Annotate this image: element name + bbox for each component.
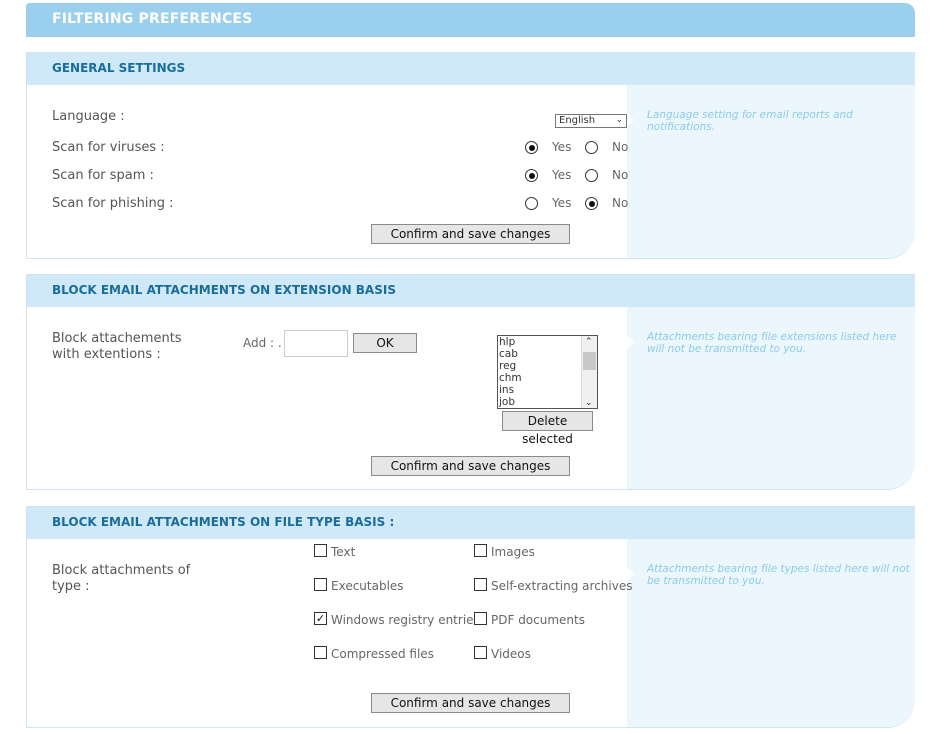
extensions-save-button[interactable]: Confirm and save changes [371,456,570,476]
self-extracting-checkbox[interactable] [474,578,487,591]
executables-type-label: Executables [331,579,404,593]
extension-listbox[interactable]: hlp cab reg chm ins job ⌃ ⌄ [497,335,598,409]
spam-no-label: No [612,168,629,182]
registry-type-label: Windows registry entries [331,613,480,627]
language-label: Language : [52,109,125,124]
general-save-button[interactable]: Confirm and save changes [371,224,570,244]
spam-no-radio[interactable] [585,169,598,182]
general-help-panel: Language setting for email reports and n… [627,85,915,258]
extensions-help-panel: Attachments bearing file extensions list… [627,307,915,489]
spam-yes-label: Yes [552,168,572,182]
chevron-down-icon: ⌄ [615,115,623,125]
add-extension-label: Add : . [243,336,282,350]
filetypes-label-line1: Block attachments of [52,563,191,578]
self-extracting-type-label: Self-extracting archives [491,579,633,593]
scrollbar-thumb[interactable] [583,352,596,370]
filetypes-title: BLOCK EMAIL ATTACHMENTS ON FILE TYPE BAS… [27,507,915,539]
filetypes-label-line2: type : [52,579,90,594]
extensions-help-text: Attachments bearing file extensions list… [647,331,897,355]
pdf-checkbox[interactable] [474,612,487,625]
phishing-label: Scan for phishing : [52,196,174,211]
phishing-no-radio[interactable] [585,197,598,210]
extensions-label-line1: Block attachements [52,331,182,346]
listbox-scrollbar[interactable]: ⌃ ⌄ [581,336,597,408]
viruses-yes-label: Yes [552,140,572,154]
viruses-yes-radio[interactable] [525,141,538,154]
general-settings-panel: GENERAL SETTINGS Language setting for em… [26,52,915,259]
filetypes-save-button[interactable]: Confirm and save changes [371,693,570,713]
page-title: FILTERING PREFERENCES [26,3,915,37]
extensions-label-line2: with extentions : [52,347,161,362]
filetypes-panel: BLOCK EMAIL ATTACHMENTS ON FILE TYPE BAS… [26,506,915,728]
spam-yes-radio[interactable] [525,169,538,182]
registry-checkbox[interactable]: ✓ [314,612,327,625]
general-help-text: Language setting for email reports and n… [647,109,853,133]
text-type-label: Text [331,545,356,559]
viruses-label: Scan for viruses : [52,140,165,155]
compressed-checkbox[interactable] [314,646,327,659]
general-settings-title: GENERAL SETTINGS [27,53,915,85]
add-extension-ok-button[interactable]: OK [353,333,417,353]
images-type-label: Images [491,545,535,559]
language-select[interactable]: English ⌄ [555,114,627,128]
spam-label: Scan for spam : [52,168,154,183]
compressed-type-label: Compressed files [331,647,434,661]
phishing-yes-label: Yes [552,196,572,210]
scroll-up-icon[interactable]: ⌃ [585,337,593,347]
extensions-title: BLOCK EMAIL ATTACHMENTS ON EXTENSION BAS… [27,275,915,307]
add-extension-input[interactable] [284,330,348,357]
extensions-panel: BLOCK EMAIL ATTACHMENTS ON EXTENSION BAS… [26,274,915,490]
phishing-yes-radio[interactable] [525,197,538,210]
delete-selected-button[interactable]: Delete selected [502,411,593,446]
images-checkbox[interactable] [474,544,487,557]
scroll-down-icon[interactable]: ⌄ [585,398,593,408]
videos-type-label: Videos [491,647,531,661]
pdf-type-label: PDF documents [491,613,585,627]
filetypes-help-panel: Attachments bearing file types listed he… [627,539,915,727]
viruses-no-label: No [612,140,629,154]
filetypes-help-text: Attachments bearing file types listed he… [647,563,910,587]
viruses-no-radio[interactable] [585,141,598,154]
executables-checkbox[interactable] [314,578,327,591]
videos-checkbox[interactable] [474,646,487,659]
text-checkbox[interactable] [314,544,327,557]
phishing-no-label: No [612,196,629,210]
language-select-value: English [559,115,596,126]
